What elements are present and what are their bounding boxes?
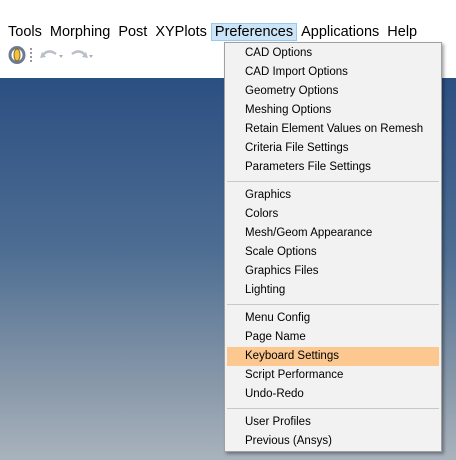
menu-bar: Tools Morphing Post XYPlots Preferences … <box>0 0 456 44</box>
menu-item-undo-redo[interactable]: Undo-Redo <box>227 385 439 404</box>
menu-item-cad-import-options[interactable]: CAD Import Options <box>227 63 439 82</box>
menu-item-meshing-options[interactable]: Meshing Options <box>227 101 439 120</box>
menu-item-parameters-file-settings[interactable]: Parameters File Settings <box>227 158 439 177</box>
menu-item-scale-options[interactable]: Scale Options <box>227 243 439 262</box>
menu-group-1: CAD Options CAD Import Options Geometry … <box>225 43 441 177</box>
redo-icon[interactable] <box>68 46 96 67</box>
menu-applications[interactable]: Applications <box>297 23 383 41</box>
menu-preferences[interactable]: Preferences <box>210 23 298 41</box>
menu-item-graphics[interactable]: Graphics <box>227 186 439 205</box>
menu-separator <box>227 408 439 409</box>
menu-item-geometry-options[interactable]: Geometry Options <box>227 82 439 101</box>
menu-item-colors[interactable]: Colors <box>227 205 439 224</box>
preferences-dropdown: CAD Options CAD Import Options Geometry … <box>224 42 442 452</box>
menu-item-lighting[interactable]: Lighting <box>227 281 439 300</box>
menu-post[interactable]: Post <box>114 23 151 41</box>
app-icon[interactable] <box>8 46 26 67</box>
menu-item-mesh-geom-appearance[interactable]: Mesh/Geom Appearance <box>227 224 439 243</box>
menu-item-criteria-file-settings[interactable]: Criteria File Settings <box>227 139 439 158</box>
menu-item-previous-ansys[interactable]: Previous (Ansys) <box>227 432 439 451</box>
menu-item-page-name[interactable]: Page Name <box>227 328 439 347</box>
menu-separator <box>227 181 439 182</box>
menu-morphing[interactable]: Morphing <box>46 23 114 41</box>
menu-help[interactable]: Help <box>383 23 421 41</box>
menu-item-user-profiles[interactable]: User Profiles <box>227 413 439 432</box>
menu-item-graphics-files[interactable]: Graphics Files <box>227 262 439 281</box>
menu-group-4: User Profiles Previous (Ansys) <box>225 413 441 451</box>
menu-item-cad-options[interactable]: CAD Options <box>227 44 439 63</box>
menu-group-3: Menu Config Page Name Keyboard Settings … <box>225 309 441 404</box>
menu-separator <box>227 304 439 305</box>
menu-item-menu-config[interactable]: Menu Config <box>227 309 439 328</box>
menu-xyplots[interactable]: XYPlots <box>151 23 211 41</box>
menu-items: Tools Morphing Post XYPlots Preferences … <box>0 21 421 43</box>
menu-item-keyboard-settings[interactable]: Keyboard Settings <box>227 347 439 366</box>
grip-icon <box>29 46 33 67</box>
menu-tools[interactable]: Tools <box>4 23 46 41</box>
menu-group-2: Graphics Colors Mesh/Geom Appearance Sca… <box>225 186 441 300</box>
menu-item-script-performance[interactable]: Script Performance <box>227 366 439 385</box>
menu-item-retain-element-values[interactable]: Retain Element Values on Remesh <box>227 120 439 139</box>
undo-icon[interactable] <box>38 46 66 67</box>
